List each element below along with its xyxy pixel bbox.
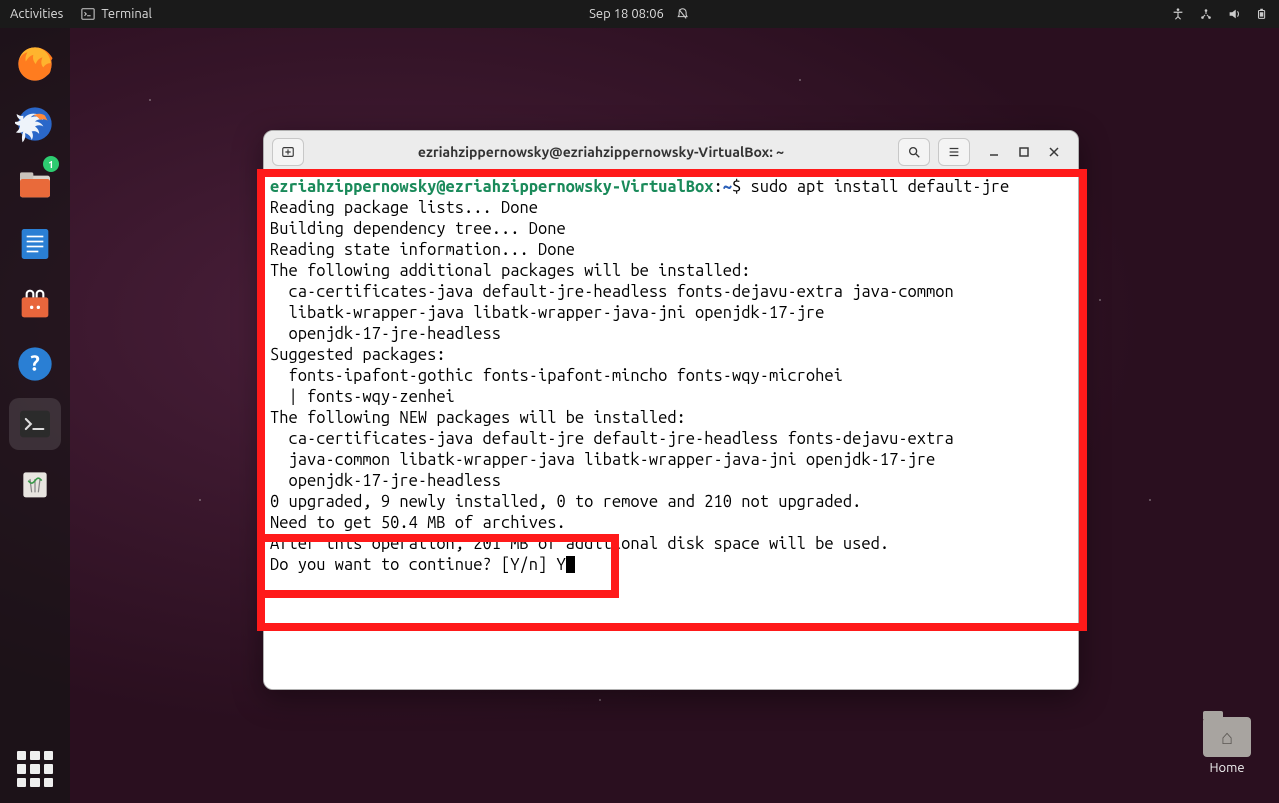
output-line: 0 upgraded, 9 newly installed, 0 to remo… xyxy=(270,493,861,511)
terminal-content[interactable]: ezriahzippernowsky@ezriahzippernowsky-Vi… xyxy=(264,173,1078,689)
hamburger-menu-button[interactable] xyxy=(938,138,970,166)
dock: 1 ? xyxy=(0,28,70,803)
maximize-button[interactable] xyxy=(1018,146,1030,158)
output-line: Need to get 50.4 MB of archives. xyxy=(270,514,566,532)
output-line: Reading state information... Done xyxy=(270,241,575,259)
search-button[interactable] xyxy=(898,138,930,166)
cursor xyxy=(566,556,575,573)
dock-libreoffice-writer[interactable] xyxy=(9,218,61,270)
output-line: Suggested packages: xyxy=(270,346,446,364)
dock-firefox[interactable] xyxy=(9,38,61,90)
output-line: ca-certificates-java default-jre default… xyxy=(270,430,954,448)
volume-icon[interactable] xyxy=(1227,7,1241,21)
output-line: Reading package lists... Done xyxy=(270,199,538,217)
dock-help[interactable]: ? xyxy=(9,338,61,390)
dock-files-badge: 1 xyxy=(43,156,59,172)
output-line: | fonts-wqy-zenhei xyxy=(270,388,455,406)
output-line: openjdk-17-jre-headless xyxy=(270,325,501,343)
accessibility-icon[interactable] xyxy=(1171,7,1185,21)
folder-icon: ⌂ xyxy=(1203,717,1251,757)
search-icon xyxy=(907,145,921,159)
output-line: java-common libatk-wrapper-java libatk-w… xyxy=(270,451,935,469)
terminal-icon xyxy=(81,7,95,21)
output-line: The following NEW packages will be insta… xyxy=(270,409,686,427)
minimize-button[interactable] xyxy=(988,146,1000,158)
output-line: Building dependency tree... Done xyxy=(270,220,566,238)
prompt-path: ~ xyxy=(723,178,732,196)
window-title: ezriahzippernowsky@ezriahzippernowsky-Vi… xyxy=(312,144,890,160)
dock-software[interactable] xyxy=(9,278,61,330)
svg-text:?: ? xyxy=(30,352,40,376)
notifications-icon[interactable] xyxy=(676,7,690,21)
hamburger-icon xyxy=(947,145,961,159)
continue-input: Y xyxy=(556,556,565,574)
desktop-home-folder[interactable]: ⌂ Home xyxy=(1203,717,1251,775)
output-line: The following additional packages will b… xyxy=(270,262,750,280)
gnome-topbar: Activities Terminal Sep 18 08:06 xyxy=(0,0,1279,28)
dock-files[interactable]: 1 xyxy=(9,158,61,210)
dock-thunderbird[interactable] xyxy=(9,98,61,150)
titlebar: ezriahzippernowsky@ezriahzippernowsky-Vi… xyxy=(264,131,1078,173)
output-line: After this operation, 201 MB of addition… xyxy=(270,535,889,553)
show-applications[interactable] xyxy=(17,751,53,787)
new-tab-button[interactable] xyxy=(272,138,304,166)
output-line: fonts-ipafont-gothic fonts-ipafont-minch… xyxy=(270,367,843,385)
continue-prompt: Do you want to continue? [Y/n] xyxy=(270,556,556,574)
dock-terminal[interactable] xyxy=(9,398,61,450)
close-button[interactable] xyxy=(1048,146,1060,158)
desktop-icon-label: Home xyxy=(1209,761,1244,775)
output-line: openjdk-17-jre-headless xyxy=(270,472,501,490)
terminal-window: ezriahzippernowsky@ezriahzippernowsky-Vi… xyxy=(263,130,1079,690)
prompt-sigil: $ xyxy=(732,178,741,196)
activities-button[interactable]: Activities xyxy=(10,7,63,21)
current-app-name: Terminal xyxy=(101,7,152,21)
current-app-indicator[interactable]: Terminal xyxy=(81,7,152,21)
prompt-user-host: ezriahzippernowsky@ezriahzippernowsky-Vi… xyxy=(270,178,714,196)
output-line: ca-certificates-java default-jre-headles… xyxy=(270,283,954,301)
power-icon[interactable] xyxy=(1255,7,1269,21)
command-text: sudo apt install default-jre xyxy=(751,178,1010,196)
output-line: libatk-wrapper-java libatk-wrapper-java-… xyxy=(270,304,824,322)
clock[interactable]: Sep 18 08:06 xyxy=(589,7,664,21)
dock-trash[interactable] xyxy=(9,458,61,510)
network-icon[interactable] xyxy=(1199,7,1213,21)
